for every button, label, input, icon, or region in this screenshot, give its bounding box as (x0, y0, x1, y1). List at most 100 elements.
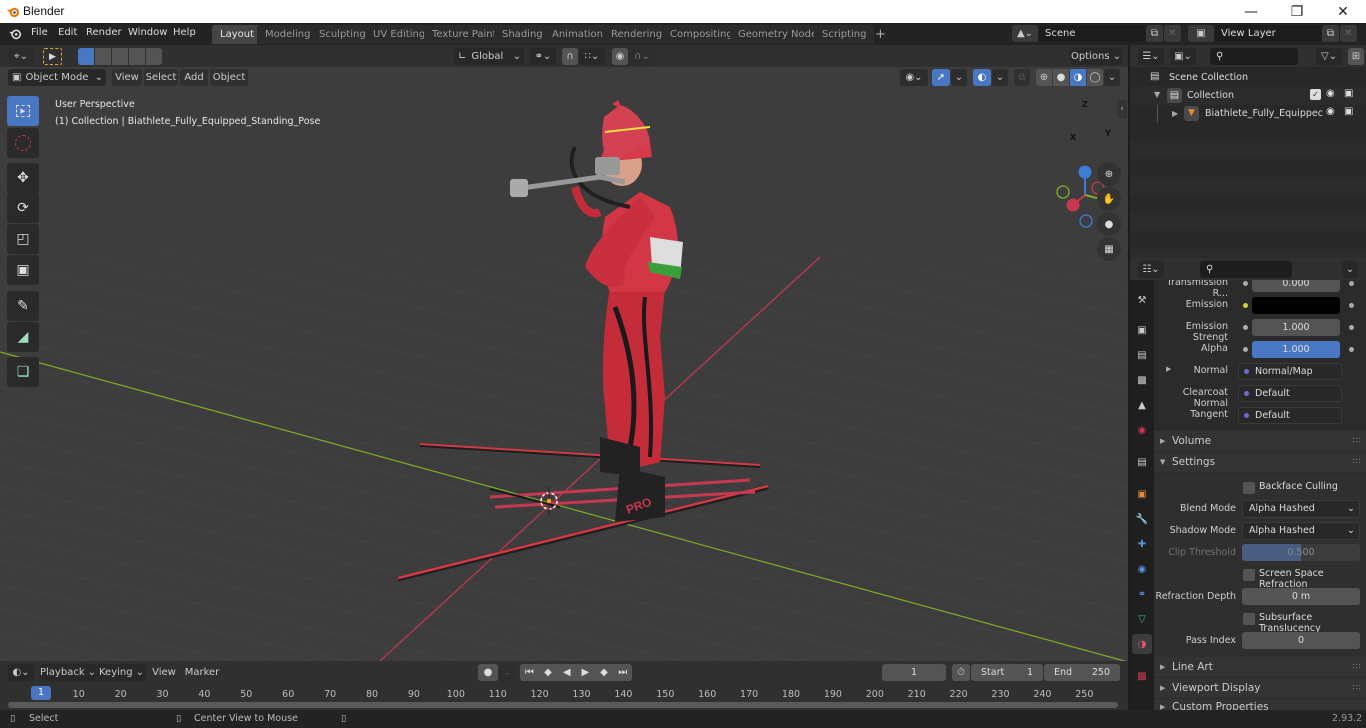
clip-threshold-slider[interactable]: 0.500 (1242, 544, 1360, 561)
blend-mode-dropdown[interactable]: Alpha Hashed ⌄ (1242, 500, 1360, 518)
menu-file[interactable]: File (31, 27, 48, 38)
add-workspace-button[interactable]: + (867, 25, 894, 44)
gizmo-toggle[interactable]: ➚ (932, 69, 950, 86)
tab-collection[interactable]: ▤ (1132, 452, 1152, 472)
tab-scripting[interactable]: Scripting (814, 25, 875, 44)
scene-name-field[interactable]: Scene (1039, 25, 1145, 42)
camera-render-icon[interactable]: ▣ (1344, 106, 1353, 117)
snap-toggle[interactable]: ∩ (562, 48, 578, 65)
tab-view-layer[interactable]: ▩ (1132, 370, 1152, 390)
tool-scale[interactable]: ◰ (7, 224, 39, 254)
section-custom-properties[interactable]: ▶ Custom Properties (1154, 699, 1366, 710)
delete-view-layer-button[interactable]: ✕ (1340, 25, 1357, 42)
expand-arrow-icon[interactable]: ▼ (1154, 90, 1160, 99)
overlays-dropdown[interactable]: ⌄ (992, 69, 1008, 86)
add-menu[interactable]: Add (180, 69, 208, 86)
active-tool-button[interactable]: ▶ (43, 48, 62, 65)
emission-color-swatch[interactable] (1252, 297, 1340, 314)
screen-space-refraction-checkbox[interactable] (1243, 569, 1255, 581)
tangent-field[interactable]: Default (1238, 407, 1342, 424)
tab-layout[interactable]: Layout (212, 25, 262, 44)
shading-solid[interactable]: ● (1053, 69, 1069, 86)
outliner-row-biathlete[interactable]: ▶ ▼ Biathlete_Fully_Equippec ◉ ▣ (1130, 105, 1366, 123)
tab-modeling[interactable]: Modeling (257, 25, 319, 44)
tool-measure[interactable]: ◢ (7, 322, 39, 352)
menu-window[interactable]: Window (128, 27, 167, 38)
mode-difference-button[interactable] (129, 48, 145, 65)
tab-tool[interactable]: ⚒ (1132, 290, 1152, 310)
filter-dropdown[interactable]: ▽⌄ (1316, 48, 1342, 65)
minimize-button[interactable]: — (1228, 0, 1274, 23)
backface-culling-checkbox[interactable] (1243, 482, 1255, 494)
color-socket-dot[interactable] (1243, 303, 1248, 308)
section-line-art[interactable]: ▶ Line Art (1154, 657, 1366, 677)
tab-constraints[interactable]: ⚭ (1132, 584, 1152, 604)
drag-grip-icon[interactable] (1352, 437, 1362, 444)
mode-intersect-button[interactable] (146, 48, 162, 65)
refraction-depth-field[interactable]: 0 m (1242, 588, 1360, 605)
tool-select-box[interactable]: ▶ (7, 96, 39, 126)
properties-options-dropdown[interactable]: ⌄ (1342, 261, 1358, 278)
outliner-editor-type[interactable]: ☰⌄ (1138, 48, 1164, 65)
snap-target-dropdown[interactable]: ∷⌄ (579, 48, 605, 65)
mode-subtract-button[interactable] (112, 48, 128, 65)
drag-grip-icon[interactable] (1352, 458, 1362, 465)
shading-material-preview[interactable]: ◑ (1070, 69, 1086, 86)
tool-rotate[interactable]: ⟳ (7, 193, 39, 223)
properties-search-input[interactable]: ⚲ (1200, 261, 1292, 278)
shading-dropdown[interactable]: ⌄ (1104, 69, 1120, 86)
pan-view-button[interactable]: ✋ (1097, 187, 1121, 211)
view-menu[interactable]: View (112, 69, 142, 86)
keyframe-dot[interactable] (1349, 281, 1354, 286)
maximize-button[interactable]: ❐ (1274, 0, 1320, 23)
options-dropdown[interactable]: Options ⌄ (1070, 48, 1122, 65)
blender-menu-icon[interactable] (8, 27, 22, 40)
delete-scene-button[interactable]: ✕ (1164, 25, 1181, 42)
outliner-search-input[interactable]: ⚲ (1210, 48, 1298, 65)
object-menu[interactable]: Object (210, 69, 248, 86)
tab-rendering[interactable]: Rendering (603, 25, 671, 44)
subsurface-translucency-checkbox[interactable] (1243, 613, 1255, 625)
menu-help[interactable]: Help (173, 27, 196, 38)
tab-material[interactable]: ◑ (1132, 634, 1152, 654)
xray-toggle[interactable]: ⧉ (1014, 69, 1030, 86)
transmission-roughness-field[interactable]: 0.000 (1252, 280, 1340, 292)
zoom-view-button[interactable]: ⊕ (1097, 162, 1121, 186)
proportional-editing-toggle[interactable]: ◉ (612, 48, 628, 65)
sidebar-toggle[interactable]: ‹ (1117, 100, 1127, 118)
tab-particles[interactable]: ✚ (1132, 534, 1152, 554)
tab-texture-paint[interactable]: Texture Paint (424, 25, 505, 44)
tab-shading[interactable]: Shading (494, 25, 551, 44)
proportional-falloff-dropdown[interactable]: ∩⌄ (629, 48, 655, 65)
section-viewport-display[interactable]: ▶ Viewport Display (1154, 678, 1366, 698)
new-scene-button[interactable]: ⧉ (1146, 25, 1163, 42)
socket-dot[interactable] (1243, 347, 1248, 352)
shading-wireframe[interactable]: ⊕ (1036, 69, 1052, 86)
drag-grip-icon[interactable] (1352, 663, 1362, 670)
transform-orientation-dropdown[interactable]: ∟ Global ⌄ (454, 48, 524, 65)
playhead-frame-indicator[interactable]: 1 (31, 686, 51, 700)
visibility-dropdown[interactable]: ◉⌄ (900, 69, 928, 86)
tool-cursor[interactable] (7, 128, 39, 158)
socket-dot[interactable] (1243, 281, 1248, 286)
tab-object[interactable]: ▣ (1132, 484, 1152, 504)
eye-icon[interactable]: ◉ (1326, 88, 1335, 99)
tool-add-cube[interactable]: ❏ (7, 357, 39, 387)
new-view-layer-button[interactable]: ⧉ (1322, 25, 1339, 42)
tab-physics[interactable]: ◉ (1132, 559, 1152, 579)
select-menu[interactable]: Select (144, 69, 178, 86)
new-collection-button[interactable]: ⊞ (1348, 48, 1364, 65)
mode-dropdown[interactable]: ▣ Object Mode ⌄ (8, 69, 106, 86)
tool-transform[interactable]: ▣ (7, 255, 39, 285)
overlays-toggle[interactable]: ◐ (973, 69, 991, 86)
gizmo-dropdown[interactable]: ⌄ (951, 69, 967, 86)
tab-compositing[interactable]: Compositing (662, 25, 741, 44)
view-layer-name-field[interactable]: View Layer (1215, 25, 1321, 42)
tool-move[interactable]: ✥ (7, 163, 39, 193)
alpha-slider[interactable]: 1.000 (1252, 341, 1340, 358)
editor-type-button[interactable]: ⌖⌄ (8, 48, 34, 65)
keyframe-dot[interactable] (1349, 325, 1354, 330)
properties-editor-type[interactable]: ☷⌄ (1138, 261, 1164, 278)
viewport-scene[interactable]: PRO (0, 67, 1128, 661)
pivot-point-dropdown[interactable]: ⚭⌄ (530, 48, 556, 65)
